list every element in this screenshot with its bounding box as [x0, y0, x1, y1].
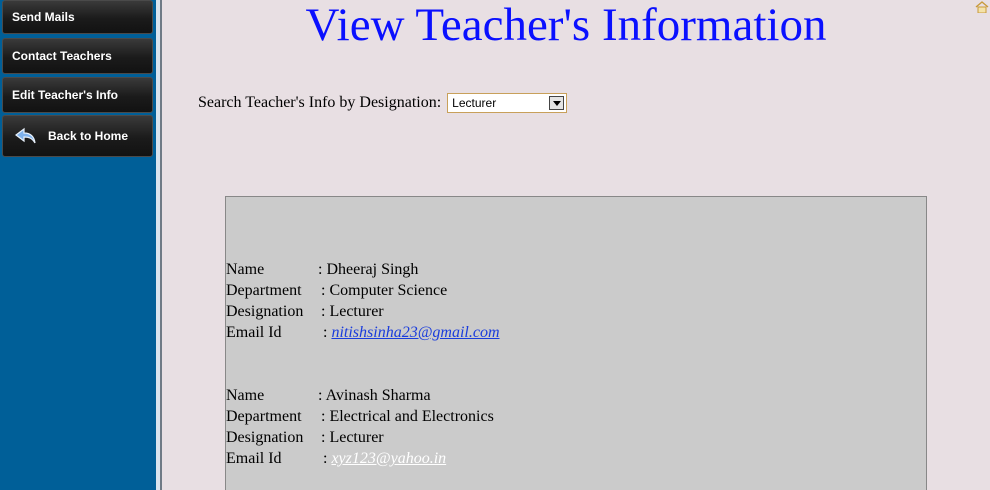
send-mails-button[interactable]: Send Mails [2, 0, 153, 34]
designation-label: Designation [226, 303, 304, 320]
contact-teachers-button[interactable]: Contact Teachers [2, 38, 153, 74]
back-to-home-button[interactable]: Back to Home [2, 115, 153, 157]
edit-teachers-info-button[interactable]: Edit Teacher's Info [2, 77, 153, 113]
email-label: Email Id [226, 450, 282, 467]
department-value: : Electrical and Electronics [321, 408, 494, 425]
email-row: Email Id : nitishsinha23@gmail.com [226, 322, 500, 343]
department-label: Department [226, 408, 302, 425]
department-value: : Computer Science [321, 282, 448, 299]
email-prefix: : [323, 324, 328, 341]
designation-label: Designation [226, 429, 304, 446]
department-row: Department : Computer Science [226, 280, 500, 301]
page-title: View Teacher's Information [305, 0, 827, 51]
name-row: Name : Dheeraj Singh [226, 259, 500, 280]
edit-teachers-info-label: Edit Teacher's Info [12, 88, 118, 102]
back-arrow-icon [14, 126, 38, 146]
email-link[interactable]: xyz123@yahoo.in [331, 448, 446, 469]
name-label: Name [226, 387, 265, 404]
home-icon[interactable] [974, 0, 990, 14]
designation-row: Designation : Lecturer [226, 301, 500, 322]
send-mails-label: Send Mails [12, 10, 75, 24]
department-label: Department [226, 282, 302, 299]
designation-value: : Lecturer [321, 303, 384, 320]
name-label: Name [226, 261, 265, 278]
sidebar-divider-shadow [160, 0, 162, 490]
name-row: Name : Avinash Sharma [226, 385, 494, 406]
contact-teachers-label: Contact Teachers [12, 49, 112, 63]
chevron-down-icon[interactable] [549, 96, 565, 110]
name-value: : Avinash Sharma [318, 387, 431, 404]
name-value: : Dheeraj Singh [318, 261, 419, 278]
department-row: Department : Electrical and Electronics [226, 406, 494, 427]
designation-row: Designation : Lecturer [226, 427, 494, 448]
results-panel: Name : Dheeraj Singh Department : Comput… [225, 196, 927, 490]
designation-select-value: Lecturer [452, 96, 497, 110]
email-link[interactable]: nitishsinha23@gmail.com [331, 322, 499, 343]
teacher-record: Name : Avinash Sharma Department : Elect… [226, 385, 494, 469]
email-label: Email Id [226, 324, 282, 341]
designation-select[interactable]: Lecturer [447, 93, 568, 113]
back-to-home-label: Back to Home [48, 129, 129, 143]
search-row: Search Teacher's Info by Designation: Le… [198, 93, 568, 113]
email-row: Email Id : xyz123@yahoo.in [226, 448, 494, 469]
designation-value: : Lecturer [321, 429, 384, 446]
teacher-record: Name : Dheeraj Singh Department : Comput… [226, 259, 500, 343]
search-label: Search Teacher's Info by Designation: [198, 94, 442, 111]
email-prefix: : [323, 450, 328, 467]
